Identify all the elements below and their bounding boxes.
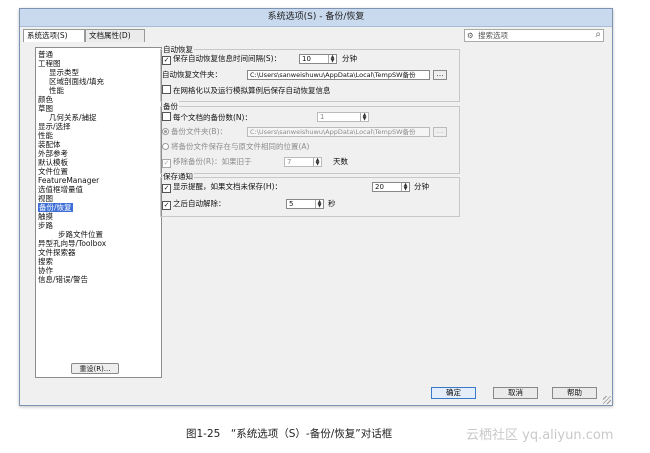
tree-item[interactable]: 视图: [38, 194, 53, 203]
backup-same-location-label: 将备份文件保存在与原文件相同的位置(A): [171, 142, 310, 151]
backup-remove-label: 移除备份(R)：如果旧于: [173, 157, 252, 166]
autorecover-network-row[interactable]: 在网格化以及运行模拟算例后保存自动恢复信息: [162, 85, 331, 96]
help-button[interactable]: 帮助: [552, 387, 597, 399]
stepper-arrows-icon[interactable]: ▲ ▼: [360, 113, 368, 122]
backup-remove-stepper[interactable]: 7 ▲ ▼: [284, 157, 322, 167]
tree-item[interactable]: 几何关系/捕捉: [49, 113, 97, 122]
backup-title: 备份: [162, 101, 179, 112]
tree-item[interactable]: 默认模板: [38, 158, 68, 167]
save-notify-stepper[interactable]: 20 ▲ ▼: [372, 182, 410, 192]
resize-grip-icon[interactable]: [603, 396, 611, 404]
autorecover-checkbox[interactable]: ✓: [162, 56, 171, 65]
tree-item-selected[interactable]: 备份/恢复: [38, 203, 73, 212]
network-checkbox[interactable]: [162, 85, 171, 94]
stepper-arrows-icon[interactable]: ▲ ▼: [401, 183, 409, 192]
backup-remove-row[interactable]: ✓ 移除备份(R)：如果旧于: [162, 157, 252, 168]
stepper-arrows-icon[interactable]: ▲ ▼: [328, 55, 336, 64]
cancel-button[interactable]: 取消: [493, 387, 538, 399]
tree-item[interactable]: 选值框增量值: [38, 185, 83, 194]
autorecover-folder-field[interactable]: C:\Users\sanweishuwu\AppData\Local\TempS…: [247, 70, 430, 80]
save-notify-show-label: 显示提醒，如果文档未保存(H)：: [173, 182, 282, 191]
autorecover-save-label: 保存自动恢复信息时间间隔(S)：: [173, 54, 282, 63]
auto-dismiss-unit: 秒: [328, 199, 336, 208]
tree-item[interactable]: 普通: [38, 50, 53, 59]
auto-dismiss-checkbox[interactable]: ✓: [162, 201, 171, 210]
backup-copies-checkbox[interactable]: [162, 112, 171, 121]
autorecover-browse-button[interactable]: …: [433, 70, 447, 80]
tree-item[interactable]: 性能: [49, 86, 64, 95]
tab-document-properties[interactable]: 文档属性(D): [85, 29, 145, 42]
save-notify-title: 保存通知: [162, 171, 194, 182]
backup-folder-field[interactable]: C:\Users\sanweishuwu\AppData\Local\TempS…: [247, 127, 430, 137]
tree-item[interactable]: 颜色: [38, 95, 53, 104]
auto-dismiss-label: 之后自动解除：: [173, 199, 226, 208]
tree-item[interactable]: FeatureManager: [38, 176, 99, 185]
tree-item[interactable]: 信息/错误/警告: [38, 275, 88, 284]
auto-dismiss-value: 5: [289, 200, 294, 208]
backup-folder-label: 备份文件夹(B)：: [171, 127, 227, 136]
tree-item[interactable]: 外部参考: [38, 149, 68, 158]
backup-folder-radio[interactable]: [162, 128, 169, 135]
backup-copies-label: 每个文档的备份数(N)：: [173, 113, 252, 122]
save-notify-checkbox[interactable]: ✓: [162, 184, 171, 193]
backup-remove-checkbox[interactable]: ✓: [162, 159, 171, 168]
save-notify-value: 20: [375, 183, 384, 191]
tree-item[interactable]: 搜索: [38, 257, 53, 266]
search-icon[interactable]: ⌕: [595, 29, 601, 40]
backup-remove-unit: 天数: [333, 157, 348, 166]
tree-item[interactable]: 装配体: [38, 140, 61, 149]
backup-folder-row[interactable]: 备份文件夹(B)：: [162, 127, 227, 137]
autorecover-save-row[interactable]: ✓ 保存自动恢复信息时间间隔(S)：: [162, 54, 281, 65]
search-placeholder: 搜索选项: [478, 31, 508, 40]
backup-remove-value: 7: [287, 158, 292, 166]
tree-item[interactable]: 步路文件位置: [58, 230, 103, 239]
reset-button[interactable]: 重设(R)...: [71, 363, 119, 374]
tab-system-options[interactable]: 系统选项(S): [23, 29, 85, 42]
tree-item[interactable]: 区域剖面线/填充: [49, 77, 104, 86]
auto-dismiss-row[interactable]: ✓ 之后自动解除：: [162, 199, 226, 210]
figure-caption: 图1-25 “系统选项（S）-备份/恢复”对话框: [186, 428, 393, 440]
network-label: 在网格化以及运行模拟算例后保存自动恢复信息: [173, 86, 331, 95]
tree-item[interactable]: 文件位置: [38, 167, 68, 176]
options-dialog: 系统选项(S) - 备份/恢复 系统选项(S) 文档属性(D) ⚙ 搜索选项 ⌕…: [19, 8, 613, 406]
tree-item[interactable]: 工程图: [38, 59, 61, 68]
backup-copies-row[interactable]: 每个文档的备份数(N)：: [162, 112, 252, 123]
tree-item[interactable]: 步路: [38, 221, 53, 230]
autorecover-interval-value: 10: [302, 55, 311, 63]
tree-item[interactable]: 草图: [38, 104, 53, 113]
tree-item[interactable]: 显示/选择: [38, 122, 71, 131]
backup-copies-stepper[interactable]: 1 ▲ ▼: [317, 112, 369, 122]
backup-same-location-row[interactable]: 将备份文件保存在与原文件相同的位置(A): [162, 142, 309, 152]
tree-item[interactable]: 显示类型: [49, 68, 79, 77]
stepper-arrows-icon[interactable]: ▲ ▼: [313, 158, 321, 167]
tree-item[interactable]: 协作: [38, 266, 53, 275]
save-notify-unit: 分钟: [414, 182, 429, 191]
dialog-title: 系统选项(S) - 备份/恢复: [20, 9, 612, 27]
auto-dismiss-stepper[interactable]: 5 ▲ ▼: [286, 199, 324, 209]
autorecover-interval-stepper[interactable]: 10 ▲ ▼: [299, 54, 337, 64]
tree-item[interactable]: 文件探索器: [38, 248, 76, 257]
backup-copies-value: 1: [320, 113, 325, 121]
gear-icon: ⚙: [467, 31, 474, 40]
stepper-arrows-icon[interactable]: ▲ ▼: [315, 200, 323, 209]
tree-item[interactable]: 异型孔向导/Toolbox: [38, 239, 106, 248]
tree-item[interactable]: 性能: [38, 131, 53, 140]
autorecover-interval-unit: 分钟: [342, 54, 357, 63]
tree-item[interactable]: 触摸: [38, 212, 53, 221]
autorecover-folder-label: 自动恢复文件夹：: [162, 70, 222, 79]
backup-same-location-radio[interactable]: [162, 143, 169, 150]
ok-button[interactable]: 确定: [431, 387, 476, 399]
search-options-input[interactable]: ⚙ 搜索选项 ⌕: [464, 29, 604, 42]
watermark: 云栖社区 yq.aliyun.com: [466, 428, 614, 443]
save-notify-show-row[interactable]: ✓ 显示提醒，如果文档未保存(H)：: [162, 182, 282, 193]
backup-browse-button[interactable]: …: [433, 127, 447, 137]
options-tree[interactable]: 普通 工程图 显示类型 区域剖面线/填充 性能 颜色 草图 几何关系/捕捉 显示/选择 性能 装配体…: [35, 47, 162, 378]
